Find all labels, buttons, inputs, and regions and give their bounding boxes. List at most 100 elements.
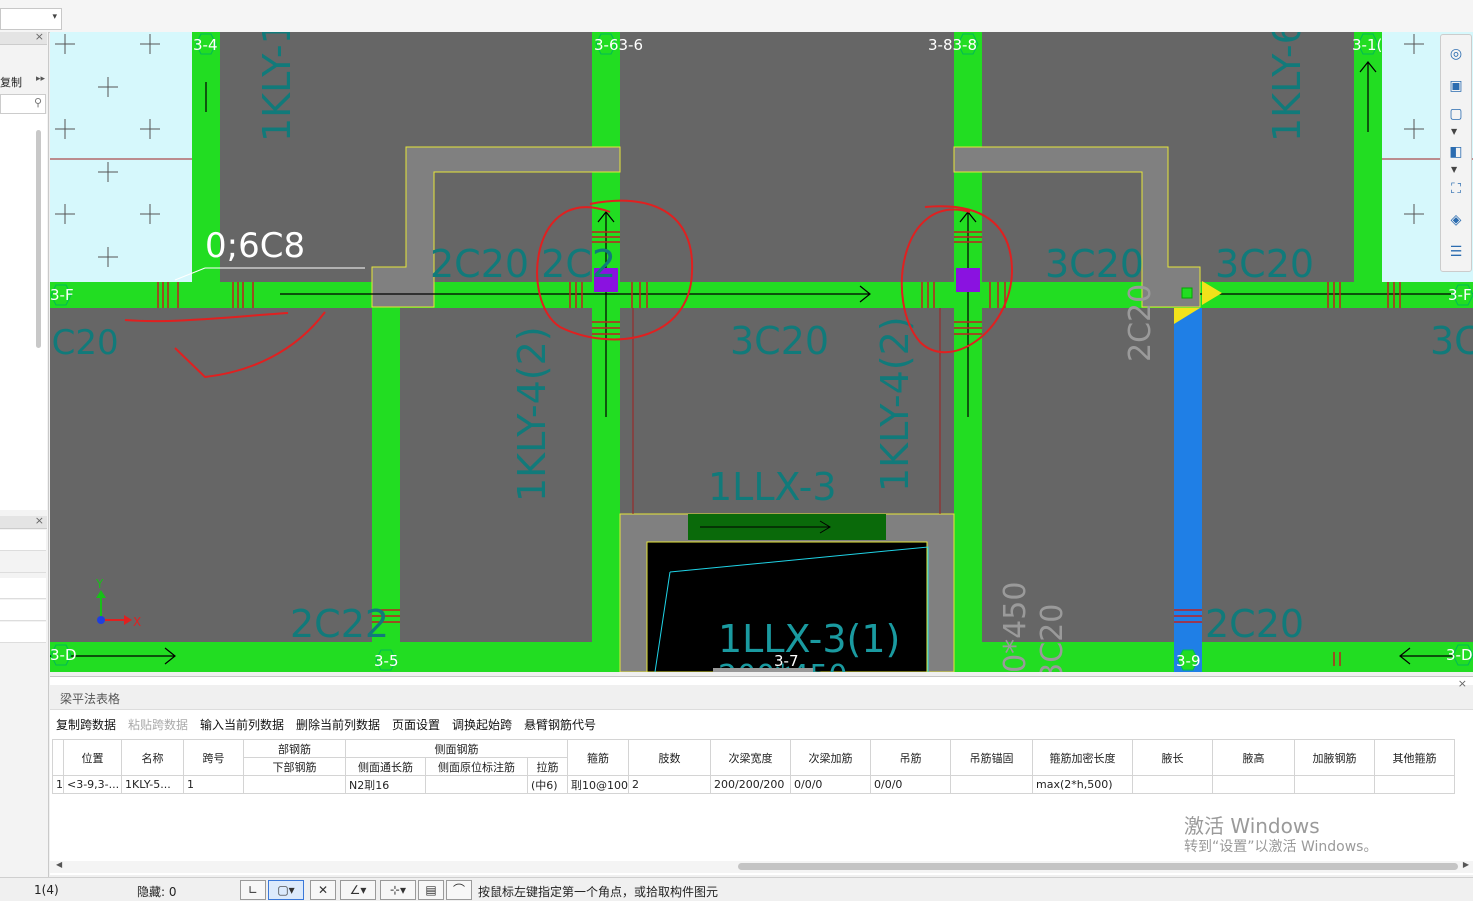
chevron-down-icon: ▾ bbox=[52, 12, 57, 22]
plan-drawing[interactable]: 3-4 3-63-6 3-83-8 3-1( 3-F 3-F 3-D 3-5 3… bbox=[50, 32, 1473, 672]
table-horizontal-scrollbar[interactable]: ◀ ▶ bbox=[50, 860, 1473, 873]
cell-span[interactable]: 1 bbox=[183, 775, 244, 794]
axis-label: 3-F bbox=[1448, 286, 1472, 304]
zoom-extents-icon[interactable]: ◈ bbox=[1447, 211, 1465, 229]
property-row[interactable] bbox=[0, 552, 46, 573]
list-scrollbar[interactable] bbox=[36, 130, 41, 348]
cell-stirrup-dense-len[interactable]: max(2*h,500) bbox=[1032, 775, 1133, 794]
drawing-canvas[interactable]: 3-4 3-63-6 3-83-8 3-1( 3-F 3-F 3-D 3-5 3… bbox=[50, 32, 1473, 672]
fullscreen-icon[interactable]: ⛶ bbox=[1447, 180, 1465, 198]
beam-3-4[interactable] bbox=[192, 32, 220, 308]
col-name[interactable]: 名称 bbox=[121, 739, 184, 776]
properties-icon[interactable]: ☰ bbox=[1447, 243, 1465, 261]
col-stirrup-dense-len[interactable]: 箍筋加密长度 bbox=[1032, 739, 1133, 776]
scroll-left-icon[interactable]: ◀ bbox=[56, 860, 62, 869]
input-column-data-button[interactable]: 输入当前列数据 bbox=[200, 716, 284, 733]
cell-sec-width[interactable]: 200/200/200 bbox=[710, 775, 791, 794]
copy-label[interactable]: 复制 bbox=[0, 74, 22, 90]
property-row[interactable] bbox=[0, 530, 46, 551]
property-row[interactable] bbox=[0, 600, 46, 621]
cell-position[interactable]: <3-9,3-... bbox=[63, 775, 122, 794]
cell-index[interactable]: 1 bbox=[52, 775, 64, 794]
beam-selected-3-9[interactable] bbox=[1174, 308, 1202, 672]
cell-tie[interactable]: (中6) bbox=[527, 775, 568, 794]
canvas-scroll-thumb[interactable] bbox=[713, 668, 813, 672]
chevron-down-icon[interactable]: ▼ bbox=[1451, 127, 1457, 136]
cell-hanger-anchor[interactable] bbox=[950, 775, 1033, 794]
property-row[interactable] bbox=[0, 578, 46, 599]
axis-label: 3-D bbox=[50, 646, 77, 664]
chevron-down-icon[interactable]: ▼ bbox=[1451, 165, 1457, 174]
copy-span-data-button[interactable]: 复制跨数据 bbox=[56, 716, 116, 733]
cell-name[interactable]: 1KLY-5... bbox=[121, 775, 184, 794]
col-position[interactable]: 位置 bbox=[63, 739, 122, 776]
close-icon[interactable]: × bbox=[35, 30, 44, 43]
display-settings-icon[interactable]: ▤ bbox=[418, 880, 444, 900]
property-row[interactable] bbox=[0, 622, 46, 643]
col-stirrup[interactable]: 箍筋 bbox=[567, 739, 629, 776]
col-sec-width[interactable]: 次梁宽度 bbox=[710, 739, 791, 776]
column-marker-right[interactable] bbox=[956, 268, 980, 292]
floor-combo[interactable]: ▾ bbox=[0, 8, 62, 30]
scroll-right-icon[interactable]: ▶ bbox=[1463, 860, 1469, 869]
cell-side-long[interactable]: N2刵16 bbox=[345, 775, 426, 794]
cell-hanger[interactable]: 0/0/0 bbox=[870, 775, 951, 794]
col-side-long[interactable]: 侧面通长筋 bbox=[345, 757, 426, 776]
col-hanger[interactable]: 吊筋 bbox=[870, 739, 951, 776]
beam-table[interactable]: 位置 名称 跨号 部钢筋 侧面钢筋 箍筋 肢数 次梁宽度 次梁加筋 吊筋 吊筋锚… bbox=[52, 739, 1455, 794]
3d-view-icon[interactable]: ▣ bbox=[1447, 77, 1465, 95]
close-icon[interactable]: × bbox=[1458, 677, 1467, 690]
annotation-text: 0;6C8 bbox=[205, 226, 305, 266]
col-side-orig[interactable]: 侧面原位标注筋 bbox=[425, 757, 528, 776]
rebar-label: ;3C20 bbox=[1035, 604, 1070, 672]
activate-windows-hint: 转到“设置”以激活 Windows。 bbox=[1184, 839, 1378, 855]
beam-label: 1KLY-4(2) bbox=[510, 326, 554, 502]
cell-stirrup[interactable]: 刵10@100 bbox=[567, 775, 629, 794]
solid-box-icon[interactable]: ◧ bbox=[1447, 143, 1465, 161]
status-hint: 按鼠标左键指定第一个角点，或拾取构件图元 bbox=[478, 885, 719, 899]
beam-label: 1KLY-6 bbox=[1265, 32, 1309, 142]
cell-sec-add[interactable]: 0/0/0 bbox=[790, 775, 871, 794]
arc-draw-icon[interactable]: ⌒ bbox=[446, 880, 472, 900]
col-haunch-rebar[interactable]: 加腋钢筋 bbox=[1294, 739, 1375, 776]
scrollbar-thumb[interactable] bbox=[738, 863, 1458, 870]
cell-haunch-h[interactable] bbox=[1212, 775, 1295, 794]
close-icon[interactable]: × bbox=[35, 514, 44, 527]
search-input[interactable]: ⚲ bbox=[0, 94, 46, 114]
select-box-icon[interactable]: ▢▾ bbox=[268, 880, 304, 900]
cell-legs[interactable]: 2 bbox=[628, 775, 711, 794]
col-other-stirrup[interactable]: 其他箍筋 bbox=[1374, 739, 1455, 776]
page-setup-button[interactable]: 页面设置 bbox=[392, 716, 440, 733]
angle-snap-icon[interactable]: ∠▾ bbox=[340, 880, 376, 900]
col-span[interactable]: 跨号 bbox=[183, 739, 244, 776]
orbit-icon[interactable]: ◎ bbox=[1447, 45, 1465, 63]
cell-haunch-rebar[interactable] bbox=[1294, 775, 1375, 794]
col-bottom-rebar[interactable]: 下部钢筋 bbox=[243, 757, 346, 776]
chevron-right-icon[interactable]: ▸▸ bbox=[36, 74, 45, 84]
col-tie[interactable]: 拉筋 bbox=[527, 757, 568, 776]
paste-span-data-button[interactable]: 粘贴跨数据 bbox=[128, 716, 188, 733]
top-toolbar: ▾ bbox=[0, 0, 1473, 33]
ortho-mode-icon[interactable]: ∟ bbox=[240, 880, 266, 900]
col-haunch-len[interactable]: 腋长 bbox=[1132, 739, 1213, 776]
col-legs[interactable]: 肢数 bbox=[628, 739, 711, 776]
snap-point-icon[interactable]: ⊹▾ bbox=[380, 880, 416, 900]
cell-other-stirrup[interactable] bbox=[1374, 775, 1455, 794]
axis-label: 3-9 bbox=[1176, 652, 1201, 670]
box-view-icon[interactable]: ▢ bbox=[1447, 105, 1465, 123]
grip-square[interactable] bbox=[1181, 287, 1193, 299]
col-haunch-h[interactable]: 腋高 bbox=[1212, 739, 1295, 776]
table-row[interactable]: 1 <3-9,3-... 1KLY-5... 1 N2刵16 (中6) 刵10@… bbox=[52, 775, 1455, 794]
rebar-label: 00*450 bbox=[998, 582, 1033, 672]
swap-start-span-button[interactable]: 调换起始跨 bbox=[452, 716, 512, 733]
cell-bottom-rebar[interactable] bbox=[243, 775, 346, 794]
cell-haunch-len[interactable] bbox=[1132, 775, 1213, 794]
delete-column-data-button[interactable]: 删除当前列数据 bbox=[296, 716, 380, 733]
cantilever-code-button[interactable]: 悬臂钢筋代号 bbox=[524, 716, 596, 733]
left-panel: × 复制 ▸▸ ⚲ × bbox=[0, 30, 49, 877]
cell-side-orig[interactable] bbox=[425, 775, 528, 794]
cross-select-icon[interactable]: ✕ bbox=[310, 880, 336, 900]
col-sec-add[interactable]: 次梁加筋 bbox=[790, 739, 871, 776]
axis-label: 3-D bbox=[1446, 646, 1473, 664]
col-hanger-anchor[interactable]: 吊筋锚固 bbox=[950, 739, 1033, 776]
